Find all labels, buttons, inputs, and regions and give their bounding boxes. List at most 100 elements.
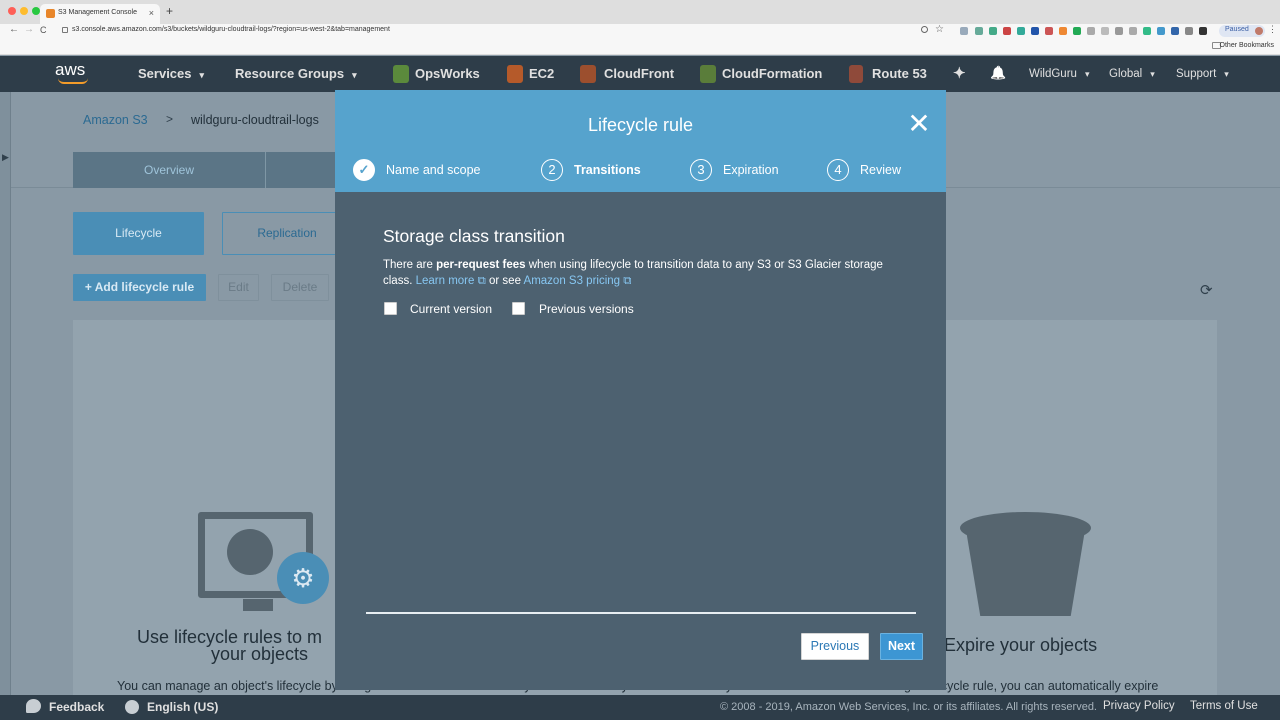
menu-dots-icon[interactable]: ⋮ [1268,24,1277,35]
star-icon[interactable]: ☆ [935,24,944,35]
account-menu[interactable]: WildGuru ▾ [1029,68,1089,80]
extension-icon[interactable] [1171,27,1179,35]
profile-paused-badge[interactable]: Paused [1219,25,1265,37]
maximize-window-icon[interactable] [32,7,40,15]
extension-icon[interactable] [1003,27,1011,35]
language-selector[interactable]: English (US) [147,700,218,714]
s3-favicon-icon [46,9,55,18]
step-label: Name and scope [386,163,481,177]
current-version-label[interactable]: Current version [410,302,492,316]
extension-icon[interactable] [975,27,983,35]
resource-groups-menu[interactable]: Resource Groups ▾ [235,66,357,81]
step-name-and-scope[interactable]: ✓ Name and scope [353,158,481,182]
zoom-icon[interactable] [921,26,928,33]
extension-icon[interactable] [989,27,997,35]
cloudfront-icon [580,65,596,83]
support-menu[interactable]: Support ▾ [1176,68,1229,80]
services-label: Services [138,66,192,81]
forward-icon[interactable]: → [24,24,34,35]
desc-bold: per-request fees [436,259,526,271]
extension-icon[interactable] [1129,27,1137,35]
extension-icon[interactable] [1101,27,1109,35]
breadcrumb-separator: > [166,112,174,126]
services-menu[interactable]: Services ▾ [138,66,204,81]
delete-button[interactable]: Delete [271,274,329,301]
region-label: Global [1109,68,1143,80]
transition-description: There are per-request fees when using li… [383,258,903,289]
extension-icon[interactable] [960,27,968,35]
extension-icon[interactable] [1115,27,1123,35]
region-menu[interactable]: Global ▾ [1109,68,1155,80]
step-number: 2 [541,159,563,181]
tab-replication[interactable]: Replication [222,212,352,255]
step-transitions[interactable]: 2 Transitions [541,158,641,182]
expand-panel-icon[interactable]: ▶ [2,152,9,163]
next-button[interactable]: Next [880,633,923,660]
account-label: WildGuru [1029,68,1077,80]
desc-text: or see [485,274,524,287]
extension-icon[interactable] [1087,27,1095,35]
modal-divider [366,612,916,614]
aws-top-nav: aws Services ▾ Resource Groups ▾ OpsWorks … [0,56,1280,92]
extension-icon[interactable] [1157,27,1165,35]
extension-icon[interactable] [1073,27,1081,35]
browser-tab[interactable]: S3 Management Console × [40,4,160,24]
tab-title: S3 Management Console [58,9,137,16]
browser-tab-bar: S3 Management Console × + [0,0,1280,24]
address-bar-row: ← → C s3.console.aws.amazon.com/s3/bucke… [0,24,1280,38]
learn-more-link[interactable]: Learn more ⧉ [416,275,486,287]
breadcrumb-root[interactable]: Amazon S3 [83,113,148,127]
new-tab-button[interactable]: + [166,4,173,18]
tab-close-icon[interactable]: × [149,8,154,18]
step-label: Expiration [723,163,779,177]
step-label: Transitions [574,163,641,177]
other-bookmarks[interactable]: Other Bookmarks [1220,42,1274,49]
close-icon[interactable]: ✕ [899,104,939,144]
previous-versions-checkbox[interactable] [512,302,525,315]
cloudfront-shortcut[interactable]: CloudFront [604,66,674,81]
opsworks-shortcut[interactable]: OpsWorks [415,66,480,81]
extension-icon[interactable] [1199,27,1207,35]
reload-icon[interactable]: C [40,25,47,35]
aws-logo[interactable]: aws [55,60,85,80]
left-panel-collapsed[interactable]: ▶ [0,92,11,695]
tab-overview[interactable]: Overview [73,163,265,177]
support-label: Support [1176,68,1217,80]
close-window-icon[interactable] [8,7,16,15]
extension-icon[interactable] [1045,27,1053,35]
ec2-shortcut[interactable]: EC2 [529,66,554,81]
extension-icon[interactable] [1059,27,1067,35]
edit-button[interactable]: Edit [218,274,259,301]
tab-lifecycle[interactable]: Lifecycle [73,212,204,255]
s3-pricing-link[interactable]: Amazon S3 pricing ⧉ [524,275,632,287]
page-tabs: Overview [73,152,335,188]
terms-of-use-link[interactable]: Terms of Use [1190,700,1258,712]
extension-icon[interactable] [1017,27,1025,35]
privacy-policy-link[interactable]: Privacy Policy [1103,700,1175,712]
minimize-window-icon[interactable] [20,7,28,15]
bell-icon[interactable]: 🔔 [990,65,1006,81]
extension-icon[interactable] [1185,27,1193,35]
back-icon[interactable]: ← [9,24,19,35]
cloudformation-shortcut[interactable]: CloudFormation [722,66,822,81]
step-review[interactable]: 4 Review [827,158,901,182]
step-expiration[interactable]: 3 Expiration [690,158,779,182]
previous-button[interactable]: Previous [801,633,869,660]
avatar [1254,27,1263,35]
previous-versions-label[interactable]: Previous versions [539,302,634,316]
extension-icon[interactable] [1143,27,1151,35]
feedback-link[interactable]: Feedback [49,700,104,714]
card3-title: Expire your objects [944,635,1098,655]
add-lifecycle-rule-button[interactable]: + Add lifecycle rule [73,274,206,301]
tab-divider [265,152,266,188]
pin-icon[interactable]: ✦ [953,64,966,82]
chevron-down-icon: ▾ [352,70,357,80]
refresh-icon[interactable]: ⟳ [1200,281,1213,299]
modal-header: Lifecycle rule ✕ ✓ Name and scope 2 Tran… [335,90,946,192]
current-version-checkbox[interactable] [384,302,397,315]
route53-shortcut[interactable]: Route 53 [872,66,927,81]
step-number: 3 [690,159,712,181]
cloudformation-icon [700,65,716,83]
url-field[interactable]: s3.console.aws.amazon.com/s3/buckets/wil… [72,26,390,33]
extension-icon[interactable] [1031,27,1039,35]
